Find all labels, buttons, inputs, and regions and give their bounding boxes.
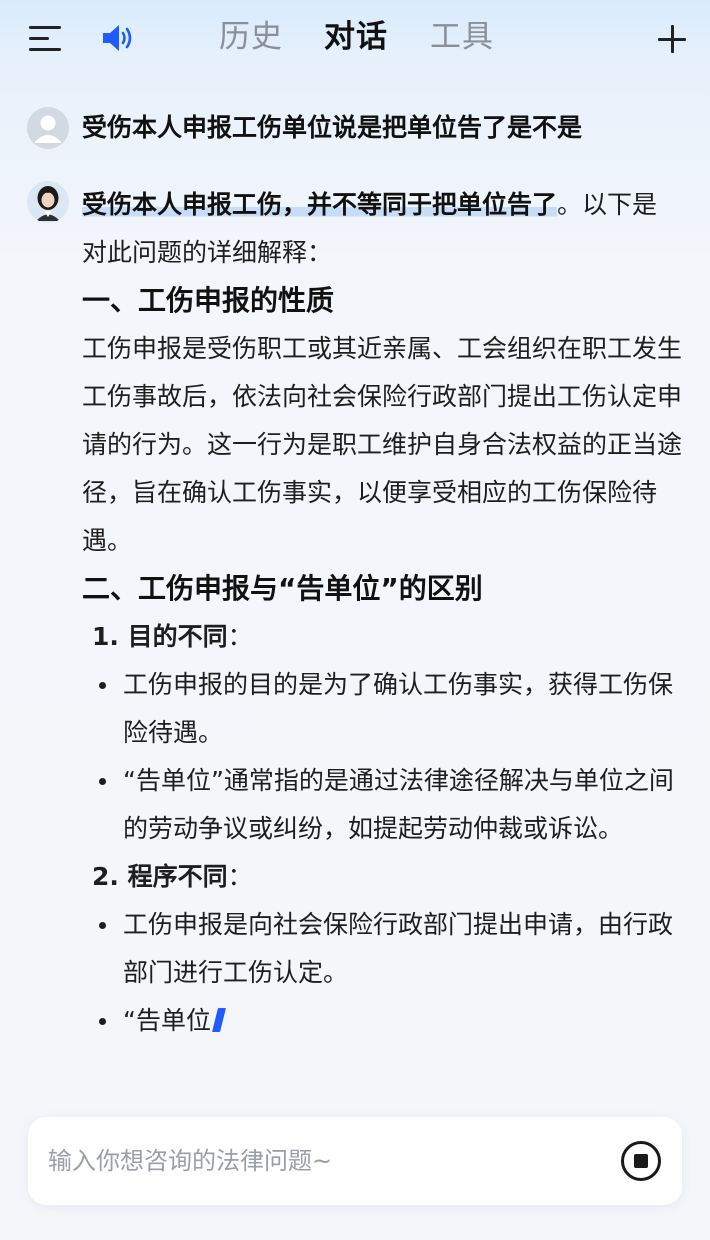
user-message: 受伤本人申报工伤单位说是把单位告了是不是 [82,113,583,142]
assistant-answer: 受伤本人申报工伤，并不等同于把单位告了。以下是对此问题的详细解释： 一、工伤申报… [82,181,682,1045]
user-silhouette-icon [27,107,69,149]
section-title-difference: 二、工伤申报与“告单位”的区别 [82,572,483,605]
point-procedure-title: 2. 程序不同 [92,862,228,891]
list-item: “告单位”通常指的是通过法律途径解决与单位之间的劳动争议或纠纷，如提起劳动仲裁或… [82,757,682,853]
new-chat-plus-icon[interactable] [657,24,687,54]
tab-history[interactable]: 历史 [219,17,283,57]
purpose-bullets: 工伤申报的目的是为了确认工伤事实，获得工伤保险待遇。 “告单位”通常指的是通过法… [82,661,682,853]
section-title-nature: 一、工伤申报的性质 [82,284,335,317]
answer-intro: 受伤本人申报工伤，并不等同于把单位告了。以下是对此问题的详细解释： [82,181,682,277]
point-purpose-title: 1. 目的不同 [92,622,228,651]
stop-generation-button[interactable] [621,1141,661,1181]
tab-chat[interactable]: 对话 [324,17,388,57]
list-item: 工伤申报的目的是为了确认工伤事实，获得工伤保险待遇。 [82,661,682,757]
assistant-portrait-icon [27,181,69,223]
list-item: 工伤申报是向社会保险行政部门提出申请，由行政部门进行工伤认定。 [82,901,682,997]
user-avatar [27,107,69,149]
input-bar [28,1117,682,1205]
streaming-text: “告单位 [123,1006,211,1035]
typing-cursor-icon [211,1008,226,1032]
speaker-icon[interactable] [101,22,135,54]
stop-icon [634,1154,648,1168]
menu-icon[interactable] [29,24,61,52]
section-body-nature: 工伤申报是受伤职工或其近亲属、工会组织在职工发生工伤事故后，依法向社会保险行政部… [82,334,683,555]
answer-lead-highlight: 受伤本人申报工伤，并不等同于把单位告了 [82,190,558,219]
point-purpose: 1. 目的不同： [92,622,253,651]
top-bar: 历史 对话 工具 [0,0,710,75]
question-input[interactable] [48,1139,608,1183]
list-item-streaming: “告单位 [82,997,682,1045]
assistant-avatar [27,181,69,223]
point-procedure: 2. 程序不同： [92,862,253,891]
procedure-bullets: 工伤申报是向社会保险行政部门提出申请，由行政部门进行工伤认定。 “告单位 [82,901,682,1045]
tab-tools[interactable]: 工具 [430,17,494,57]
